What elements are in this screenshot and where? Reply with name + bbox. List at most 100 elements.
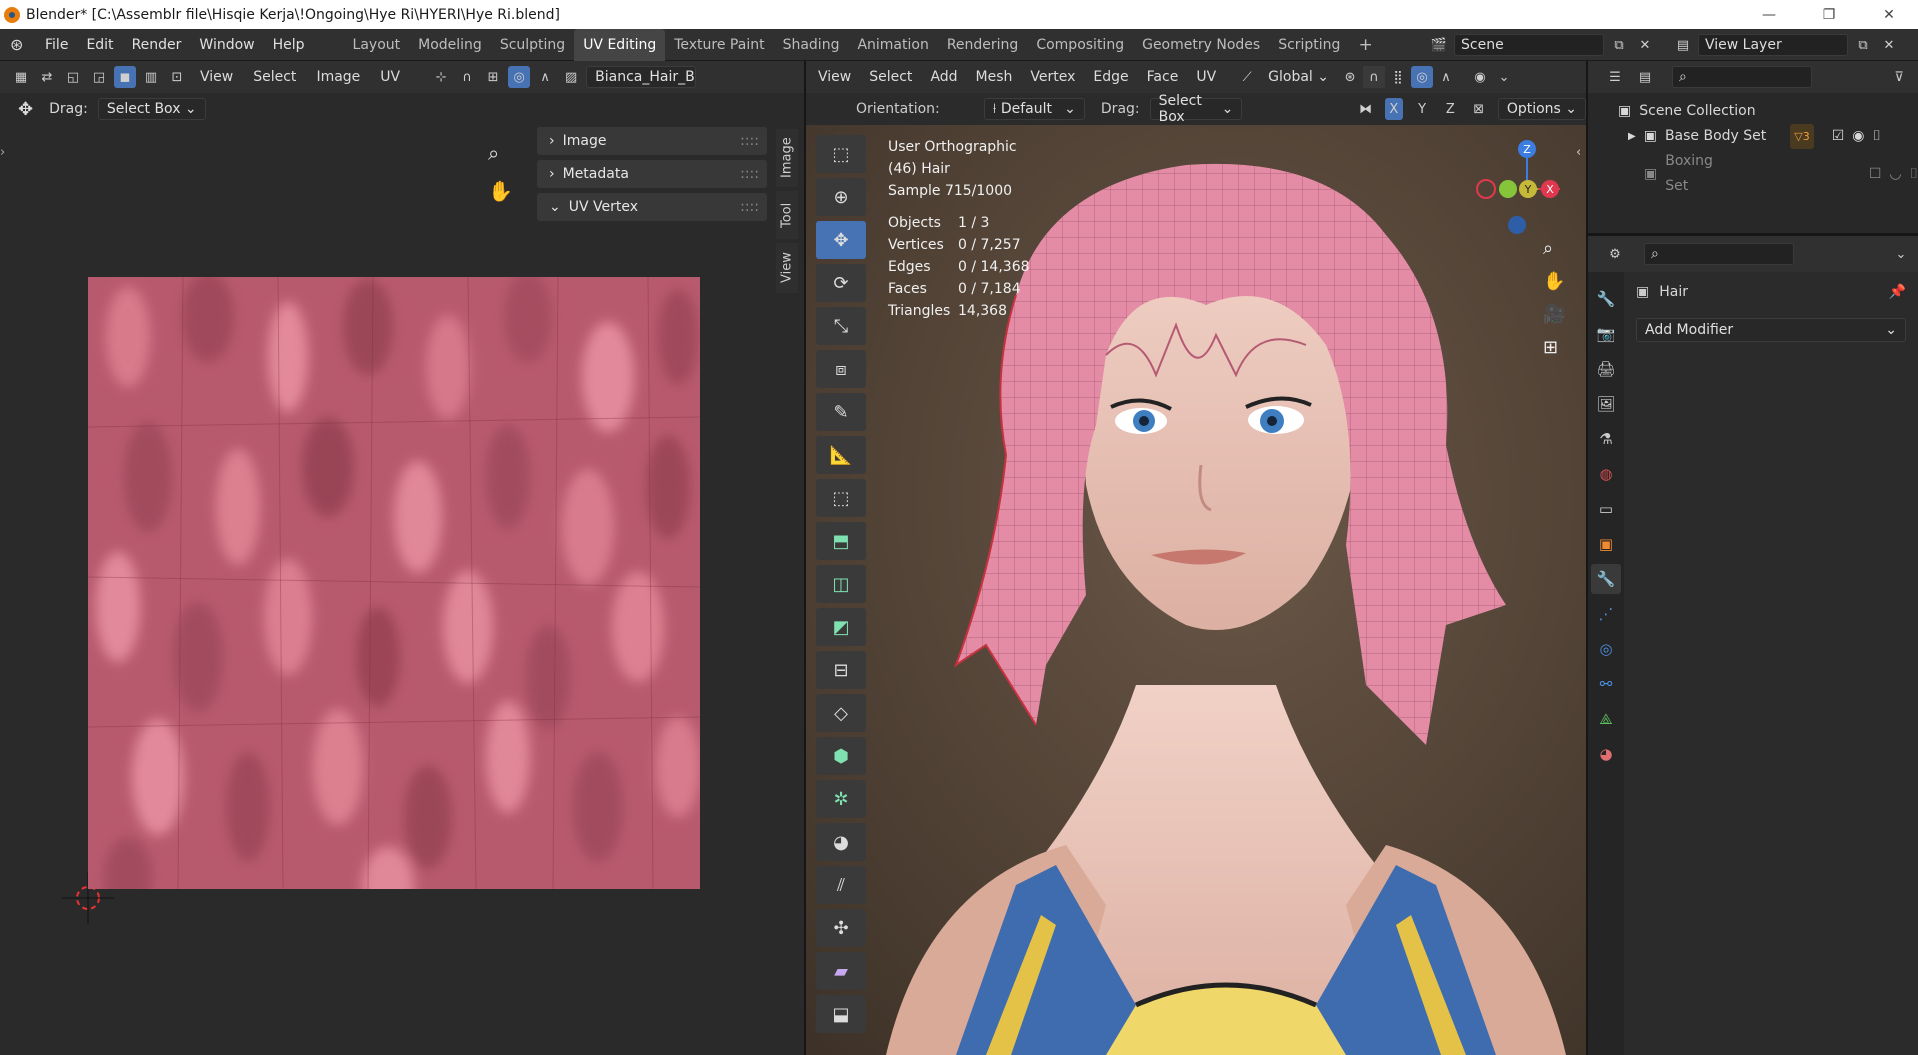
view-layer-field[interactable]: View Layer <box>1698 34 1848 56</box>
toolbar-expand-icon[interactable]: › <box>0 145 5 160</box>
sticky-select-icon[interactable]: ⊡ <box>166 66 188 88</box>
uv-menu-image[interactable]: Image <box>308 63 368 91</box>
add-workspace-button[interactable]: + <box>1349 29 1381 61</box>
outliner-row-boxing-set[interactable]: ▣ Boxing Set ☐ ◡ ⌷ <box>1618 149 1918 199</box>
vp-menu-add[interactable]: Add <box>922 63 965 91</box>
extrude-tool-icon[interactable]: ⬒ <box>816 522 866 560</box>
particles-tab-icon[interactable]: ⋰ <box>1591 599 1621 629</box>
shear-tool-icon[interactable]: ▰ <box>816 952 866 990</box>
vp-menu-select[interactable]: Select <box>861 63 920 91</box>
navigation-gizmo[interactable]: Z Y X <box>1472 135 1582 235</box>
edge-select-icon[interactable]: ◲ <box>88 66 110 88</box>
menu-file[interactable]: File <box>36 29 77 61</box>
uv-menu-select[interactable]: Select <box>245 63 304 91</box>
drag-select-dropdown[interactable]: Select Box ⌄ <box>97 98 206 120</box>
vertex-select-icon[interactable]: ◱ <box>62 66 84 88</box>
menu-edit[interactable]: Edit <box>77 29 122 61</box>
minimize-button[interactable]: — <box>1746 0 1792 29</box>
exclude-checkbox-icon[interactable]: ☑ <box>1832 124 1845 149</box>
transform-tool-icon[interactable]: ⧈ <box>816 350 866 388</box>
island-select-icon[interactable]: ▥ <box>140 66 162 88</box>
properties-editor-type-icon[interactable]: ⚙ <box>1604 243 1626 265</box>
tab-scripting[interactable]: Scripting <box>1269 29 1349 61</box>
inset-tool-icon[interactable]: ◫ <box>816 565 866 603</box>
proportional-editing-icon[interactable]: ◎ <box>1411 66 1434 88</box>
filter-icon[interactable]: ⊽ <box>1888 66 1910 88</box>
object-tab-icon[interactable]: ▣ <box>1591 529 1621 559</box>
camera-view-icon[interactable]: 🎥 <box>1543 304 1565 325</box>
proportional-edit-icon[interactable]: ◎ <box>508 66 531 88</box>
panel-uv-vertex[interactable]: ⌄ UV Vertex:::: <box>537 193 767 221</box>
uv-menu-uv[interactable]: UV <box>372 63 408 91</box>
shrink-fatten-tool-icon[interactable]: ✣ <box>816 909 866 947</box>
side-tab-tool[interactable]: Tool <box>776 191 798 239</box>
viewport-pan-icon[interactable]: ✋ <box>1543 271 1565 292</box>
vp-menu-face[interactable]: Face <box>1139 63 1187 91</box>
auto-merge-icon[interactable]: ⊠ <box>1470 98 1488 120</box>
menu-window[interactable]: Window <box>190 29 263 61</box>
mirror-x-button[interactable]: X <box>1384 98 1403 120</box>
modifier-tab-icon[interactable]: 🔧 <box>1591 564 1621 594</box>
physics-tab-icon[interactable]: ◎ <box>1591 634 1621 664</box>
rotate-tool-icon[interactable]: ⟳ <box>816 264 866 302</box>
move-tool-button-icon[interactable]: ✥ <box>816 221 866 259</box>
eye-visibility-icon[interactable]: ◉ <box>1852 124 1864 149</box>
orientation-dropdown[interactable]: ⟊ Default ⌄ <box>983 98 1085 120</box>
transform-orientation-dropdown[interactable]: Global ⌄ <box>1260 63 1337 91</box>
annotate-tool-icon[interactable]: ✎ <box>816 393 866 431</box>
transform-orientation-icon[interactable]: ⟋ <box>1236 66 1258 88</box>
eye-hidden-icon[interactable]: ◡ <box>1889 162 1901 187</box>
vp-drag-dropdown[interactable]: Select Box ⌄ <box>1149 93 1243 125</box>
menu-render[interactable]: Render <box>123 29 191 61</box>
data-tab-icon[interactable]: ⟁ <box>1591 704 1621 734</box>
mirror-icon[interactable]: ⧓ <box>1356 98 1374 120</box>
drag-handle-icon[interactable]: :::: <box>740 166 759 182</box>
world-tab-icon[interactable]: ◍ <box>1591 459 1621 489</box>
smooth-tool-icon[interactable]: ◕ <box>816 823 866 861</box>
pivot-point-icon[interactable]: ⊛ <box>1339 66 1361 88</box>
mirror-y-button[interactable]: Y <box>1413 98 1431 120</box>
panel-metadata[interactable]: › Metadata:::: <box>537 160 767 188</box>
snap-target-icon[interactable]: ⊞ <box>482 66 504 88</box>
uv-menu-view[interactable]: View <box>192 63 241 91</box>
pivot-icon[interactable]: ⊹ <box>430 66 452 88</box>
blender-menu-icon[interactable]: ⊛ <box>10 35 32 54</box>
side-tab-image[interactable]: Image <box>776 129 798 187</box>
outliner-row-base-body-set[interactable]: ▶ ▣ Base Body Set ▽3 ☑ ◉ ⌷ <box>1618 124 1918 149</box>
menu-help[interactable]: Help <box>264 29 314 61</box>
options-dropdown[interactable]: Options ⌄ <box>1497 98 1586 120</box>
scene-name-field[interactable]: Scene <box>1454 34 1604 56</box>
tab-sculpting[interactable]: Sculpting <box>491 29 574 61</box>
chevron-down-icon[interactable]: ⌄ <box>1890 243 1912 265</box>
add-modifier-dropdown[interactable]: Add Modifier ⌄ <box>1636 318 1906 342</box>
scene-tab-icon[interactable]: ⚗ <box>1591 424 1621 454</box>
sidebar-expand-icon[interactable]: ‹ <box>1576 145 1581 160</box>
tab-compositing[interactable]: Compositing <box>1027 29 1133 61</box>
tab-layout[interactable]: Layout <box>344 29 410 61</box>
snap-icon[interactable]: ∩ <box>456 66 478 88</box>
viewport-zoom-icon[interactable]: ⌕ <box>1543 238 1565 259</box>
loop-cut-tool-icon[interactable]: ⊟ <box>816 651 866 689</box>
bevel-tool-icon[interactable]: ◩ <box>816 608 866 646</box>
drag-handle-icon[interactable]: :::: <box>740 199 759 215</box>
delete-scene-icon[interactable]: ✕ <box>1634 34 1656 56</box>
tab-rendering[interactable]: Rendering <box>938 29 1028 61</box>
proportional-falloff-icon[interactable]: ∧ <box>1435 66 1457 88</box>
collection-tab-icon[interactable]: ▭ <box>1591 494 1621 524</box>
expand-arrow-icon[interactable]: ▶ <box>1628 124 1636 149</box>
tab-animation[interactable]: Animation <box>848 29 937 61</box>
vp-menu-view[interactable]: View <box>810 63 859 91</box>
scale-tool-icon[interactable]: ⤡ <box>816 307 866 345</box>
vp-menu-uv[interactable]: UV <box>1188 63 1224 91</box>
snap-magnet-icon[interactable]: ∩ <box>1363 66 1386 88</box>
select-box-tool-icon[interactable]: ⬚ <box>816 135 866 173</box>
poly-build-tool-icon[interactable]: ⬢ <box>816 737 866 775</box>
tab-shading[interactable]: Shading <box>774 29 849 61</box>
overlays-icon[interactable]: ⌄ <box>1493 66 1515 88</box>
camera-render-icon[interactable]: ⌷ <box>1873 124 1881 149</box>
camera-render-icon[interactable]: ⌷ <box>1910 162 1918 187</box>
edge-slide-tool-icon[interactable]: ⫽ <box>816 866 866 904</box>
mirror-z-button[interactable]: Z <box>1441 98 1459 120</box>
properties-search-input[interactable]: ⌕ <box>1644 243 1794 265</box>
outliner-search-input[interactable]: ⌕ <box>1672 66 1812 88</box>
